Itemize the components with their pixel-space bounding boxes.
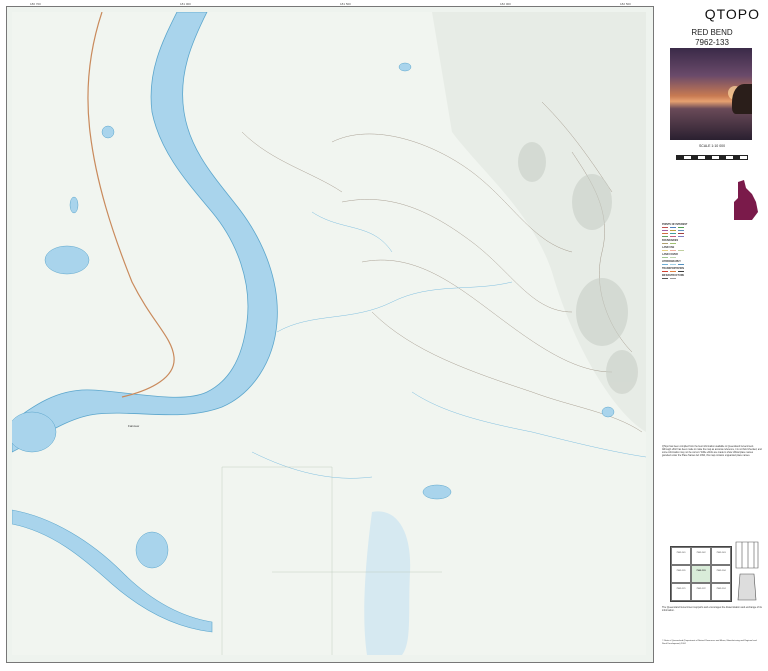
grid-tick: 181 000 — [180, 2, 191, 6]
queensland-locator-map — [734, 180, 758, 220]
legend: POINTS OF INTEREST BOUNDARIES LAND USE L… — [662, 222, 762, 444]
copyright-text: © State of Queensland (Department of Nat… — [662, 640, 757, 645]
grid-tick: 181 500 — [340, 2, 351, 6]
index-cell: 7962-124 — [711, 583, 731, 601]
scale-bar — [676, 155, 748, 160]
index-cell: 7962-141 — [671, 547, 691, 565]
index-cell: 7962-121 — [671, 583, 691, 601]
adjoining-sheets-index: 7962-141 7962-142 7962-143 7962-131 7962… — [670, 546, 732, 602]
footer-text: The Queensland Government supports and e… — [662, 606, 762, 612]
sheet-name: RED BEND — [691, 28, 733, 37]
place-label: Fairview — [128, 424, 140, 428]
brand-title: QTOPO — [704, 6, 760, 22]
topographic-map[interactable]: Fairview — [12, 12, 646, 655]
grid-tick: 180 700 — [30, 2, 41, 6]
map-sidebar: QTOPO RED BEND 7962-133 SCALE 1:10 000 P… — [656, 0, 768, 671]
grid-tick: 182 000 — [500, 2, 511, 6]
headland-shape — [732, 84, 752, 114]
cover-photo — [670, 48, 752, 140]
index-cell: 7962-131 — [671, 565, 691, 583]
wetland — [364, 511, 411, 655]
sheet-number: 7962-133 — [695, 38, 729, 47]
index-cell: 7962-122 — [691, 583, 711, 601]
index-cell: 7962-134 — [711, 565, 731, 583]
disclaimer-text: QTopo has been compiled from the best in… — [662, 446, 762, 457]
map-canvas — [12, 12, 646, 655]
grid-tick: 182 500 — [620, 2, 631, 6]
scale-label: SCALE 1:10 000 — [698, 144, 726, 148]
index-cell: 7962-143 — [711, 547, 731, 565]
index-cell: 7962-142 — [691, 547, 711, 565]
folding-diagram-icon — [735, 541, 759, 601]
index-cell-current: 7962-133 — [691, 565, 711, 583]
